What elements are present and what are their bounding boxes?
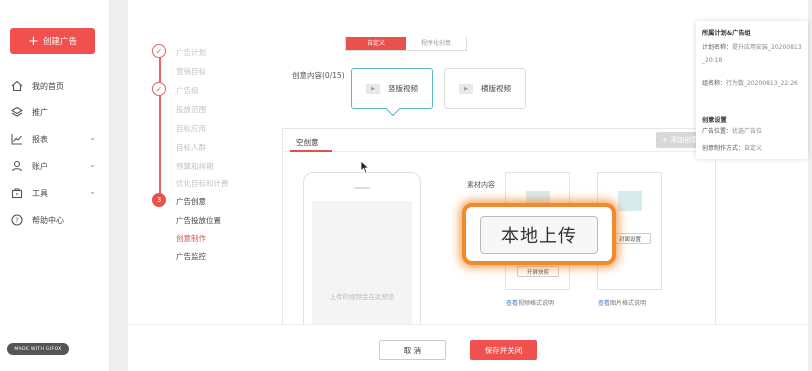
step-creative-sub[interactable]: 广告投放位置 [176, 215, 221, 226]
ad-position-value: 优选广告位 [732, 128, 763, 135]
group-name: 组名称：行为数_20200813_22:26 [702, 77, 804, 90]
help-icon: ? [10, 213, 24, 227]
chevron-down-icon: ⌄ [89, 160, 96, 169]
layers-icon [10, 105, 24, 119]
toolbox-icon [10, 186, 24, 200]
phone-speaker [354, 187, 370, 189]
gifox-badge: MADE WITH GIFOX [7, 343, 69, 355]
phone-screen [312, 201, 412, 333]
home-icon [10, 79, 24, 93]
step-creative-sub[interactable]: 广告监控 [176, 251, 206, 262]
nav-item-help[interactable]: ? 帮助中心 [10, 211, 102, 229]
creative-method-label: 创意制作方式： [702, 145, 745, 152]
chevron-down-icon: ⌄ [89, 133, 96, 142]
step-number-badge: 3 [152, 193, 166, 207]
option-vertical-video[interactable]: ▶ 竖版视频 [351, 68, 433, 117]
check-icon: ✓ [152, 82, 166, 96]
step-group-sub[interactable]: 目标应用 [176, 123, 206, 134]
step-group-sub[interactable]: 目标人群 [176, 142, 206, 153]
video-thumb-icon: ▶ [459, 83, 473, 94]
mouse-cursor-icon [360, 160, 370, 174]
nav-label-help: 帮助中心 [32, 215, 64, 225]
info-panel-title: 所属计划&广告组 [702, 30, 751, 37]
view-link-label: 查看 [506, 300, 519, 307]
video-thumb-icon: ▶ [366, 83, 380, 94]
tab-programmatic[interactable]: 程序化创意 [406, 37, 466, 50]
phone-preview: 上传的视频会在此预览 [303, 172, 421, 333]
upload-highlight: 本地上传 [462, 203, 616, 265]
image-format-text: 图片格式说明 [610, 300, 647, 307]
plan-name: 计划名称：提升应用安装_20200813_20:18 [702, 41, 804, 67]
info-panel: 所属计划&广告组 计划名称：提升应用安装_20200813_20:18 组名称：… [696, 21, 808, 159]
local-upload-button[interactable]: 本地上传 [480, 216, 598, 254]
option-horizontal-label: 横版视频 [481, 84, 511, 93]
ad-position: 广告位置：优选广告位 [702, 125, 804, 138]
preview-hint: 上传的视频会在此预览 [329, 293, 395, 301]
step-creative-sub-active[interactable]: 创意制作 [176, 233, 206, 244]
user-icon [10, 159, 24, 173]
chart-icon [10, 132, 24, 146]
footer-bar [128, 324, 808, 371]
creative-content-label: 创意内容(0/15) [292, 71, 345, 80]
tab-custom[interactable]: 自定义 [346, 37, 406, 50]
cancel-button[interactable]: 取 消 [379, 340, 446, 360]
step-plan-goal[interactable]: 营销目标 [176, 66, 206, 77]
video-format-link[interactable]: 查看视频格式说明 [506, 298, 554, 307]
creative-settings-title: 创意设置 [702, 117, 727, 124]
tab-active-underline [290, 150, 332, 152]
nav-item-report[interactable]: 报表 ⌄ [10, 130, 102, 148]
step-creative[interactable]: 广告创意 [176, 196, 206, 207]
nav-item-home[interactable]: 我的首页 [10, 77, 102, 95]
tab-divider [282, 151, 716, 152]
create-ad-label: 创建广告 [42, 37, 77, 47]
step-group-sub[interactable]: 预算和排期 [176, 161, 214, 172]
group-name-label: 组名称： [702, 80, 727, 87]
nav-label-account: 账户 [32, 161, 48, 171]
option-horizontal-video[interactable]: ▶ 横版视频 [444, 68, 526, 109]
save-and-close-button[interactable]: 保存并关闭 [470, 340, 537, 360]
creative-method: 创意制作方式：自定义 [702, 142, 804, 155]
tab-empty-creative[interactable]: 空创意 [296, 137, 319, 148]
step-group[interactable]: 广告组 [176, 85, 199, 96]
left-nav: + 创建广告 我的首页 推广 报表 ⌄ 账户 ⌄ 工具 ⌄ ? 帮助中心 MAD… [0, 0, 110, 371]
option-vertical-label: 竖版视频 [388, 84, 418, 93]
creative-method-value: 自定义 [744, 145, 763, 152]
create-ad-button[interactable]: + 创建广告 [10, 28, 95, 54]
view-link-label: 查看 [598, 300, 611, 307]
nav-item-promote[interactable]: 推广 [10, 103, 102, 121]
image-format-link[interactable]: 查看图片格式说明 [598, 298, 646, 307]
creative-mode-tabs: 自定义 程序化创意 [345, 37, 467, 51]
step-plan[interactable]: 广告计划 [176, 47, 206, 58]
step-progress-line [159, 57, 161, 197]
material-label: 素材内容 [467, 181, 495, 189]
image-icon [618, 191, 642, 211]
nav-label-home: 我的首页 [32, 81, 64, 91]
check-icon: ✓ [152, 44, 166, 58]
nav-label-promote: 推广 [32, 107, 48, 117]
nav-item-tools[interactable]: 工具 ⌄ [10, 184, 102, 202]
svg-text:?: ? [15, 217, 19, 225]
quick-cut-button[interactable]: 开屏快剪 [517, 266, 559, 277]
nav-item-account[interactable]: 账户 ⌄ [10, 157, 102, 175]
ad-position-label: 广告位置： [702, 128, 733, 135]
video-format-text: 视频格式说明 [518, 300, 555, 307]
plus-icon: + [28, 33, 39, 49]
badge-label: MADE WITH GIFOX [14, 346, 62, 352]
nav-label-tools: 工具 [32, 188, 48, 198]
group-name-value: 行为数_20200813_22:26 [726, 80, 798, 87]
step-group-sub[interactable]: 优化目标和计费 [176, 178, 229, 189]
nav-label-report: 报表 [32, 134, 48, 144]
step-group-sub[interactable]: 投放范围 [176, 104, 206, 115]
chevron-down-icon: ⌄ [89, 187, 96, 196]
plan-name-label: 计划名称： [702, 44, 733, 51]
